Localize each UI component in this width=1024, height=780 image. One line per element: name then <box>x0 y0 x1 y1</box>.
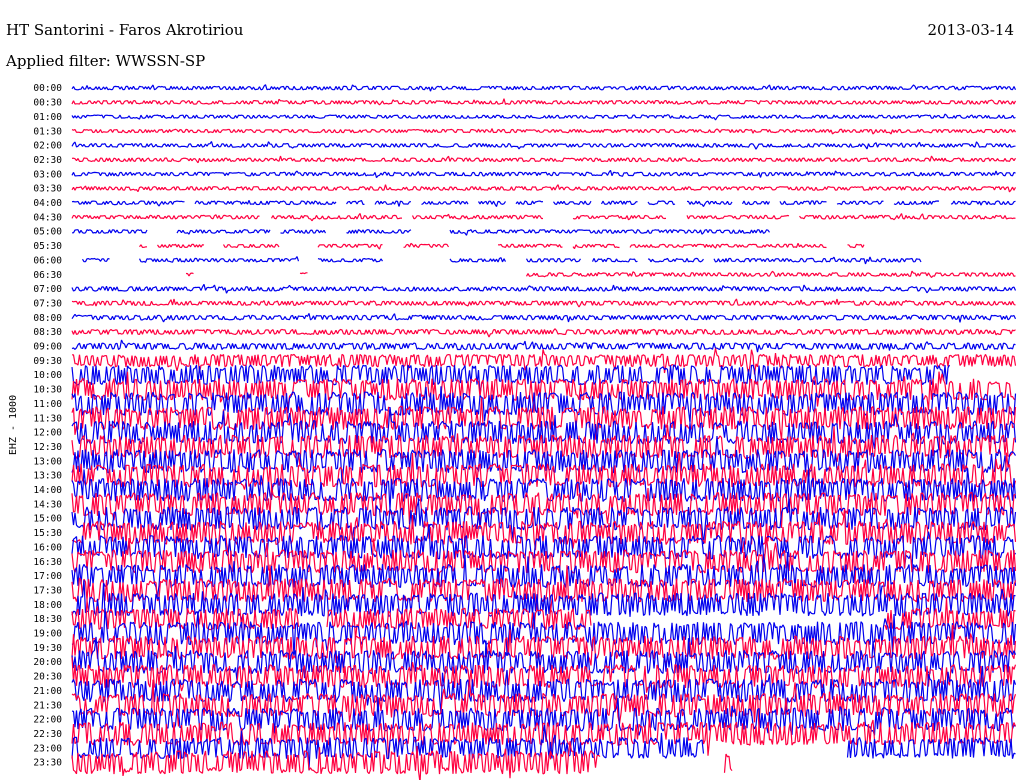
time-tick-label: 00:30 <box>33 98 62 109</box>
helicorder-plot: 00:00 00:30 01:00 01:30 02:00 02:30 03:00 03:30… <box>8 83 1017 780</box>
trace-0130 <box>71 128 1016 135</box>
time-tick-label: 02:30 <box>33 155 62 166</box>
time-tick-label: 07:30 <box>33 298 62 309</box>
time-axis: 00:00 00:30 01:00 01:30 02:00 02:30 03:00 03:30… <box>33 83 62 768</box>
time-tick-label: 09:30 <box>33 356 62 367</box>
trace-0600 <box>81 256 922 265</box>
time-tick-label: 21:00 <box>33 686 62 697</box>
trace-0100 <box>71 113 1016 121</box>
trace-0000 <box>71 84 1017 92</box>
time-tick-label: 20:30 <box>33 672 62 683</box>
time-tick-label: 17:00 <box>33 571 62 582</box>
trace-0430 <box>71 213 1016 222</box>
time-tick-label: 12:00 <box>33 428 62 439</box>
time-tick-label: 19:00 <box>33 629 62 640</box>
trace-0700 <box>71 284 1017 294</box>
time-tick-label: 14:30 <box>33 499 62 510</box>
trace-0200 <box>71 141 1016 150</box>
time-tick-label: 12:30 <box>33 442 62 453</box>
time-tick-label: 19:30 <box>33 643 62 654</box>
time-tick-label: 15:30 <box>33 528 62 539</box>
time-tick-label: 08:30 <box>33 327 62 338</box>
time-tick-label: 06:00 <box>33 255 62 266</box>
time-tick-label: 13:00 <box>33 456 62 467</box>
time-tick-label: 06:30 <box>33 270 62 281</box>
time-tick-label: 10:00 <box>33 370 62 381</box>
time-tick-label: 11:30 <box>33 413 62 424</box>
time-tick-label: 18:30 <box>33 614 62 625</box>
time-tick-label: 07:00 <box>33 284 62 295</box>
time-tick-label: 16:00 <box>33 542 62 553</box>
trace-0400 <box>71 199 1016 207</box>
time-tick-label: 18:00 <box>33 600 62 611</box>
trace-0530 <box>139 242 865 250</box>
time-tick-label: 14:00 <box>33 485 62 496</box>
time-tick-label: 22:00 <box>33 715 62 726</box>
trace-0800 <box>71 313 1017 323</box>
time-tick-label: 05:00 <box>33 227 62 238</box>
trace-0030 <box>71 98 1017 106</box>
time-tick-label: 11:00 <box>33 399 62 410</box>
trace-layer <box>71 84 1017 780</box>
time-tick-label: 23:00 <box>33 743 62 754</box>
time-tick-label: 08:00 <box>33 313 62 324</box>
trace-0830 <box>71 328 1016 338</box>
time-tick-label: 17:30 <box>33 585 62 596</box>
channel-label: EHZ - 1000 <box>8 395 19 455</box>
time-tick-label: 13:30 <box>33 471 62 482</box>
time-tick-label: 21:30 <box>33 700 62 711</box>
time-tick-label: 01:00 <box>33 112 62 123</box>
time-tick-label: 03:00 <box>33 169 62 180</box>
time-tick-label: 00:00 <box>33 83 62 94</box>
time-tick-label: 05:30 <box>33 241 62 252</box>
trace-0500 <box>72 229 770 236</box>
time-tick-label: 15:00 <box>33 514 62 525</box>
time-tick-label: 04:30 <box>33 212 62 223</box>
time-tick-label: 04:00 <box>33 198 62 209</box>
trace-0730 <box>71 298 1016 308</box>
time-tick-label: 16:30 <box>33 557 62 568</box>
time-tick-label: 22:30 <box>33 729 62 740</box>
time-tick-label: 20:00 <box>33 657 62 668</box>
time-tick-label: 03:30 <box>33 184 62 195</box>
time-tick-label: 02:00 <box>33 141 62 152</box>
trace-0330 <box>71 184 1017 193</box>
time-tick-label: 01:30 <box>33 126 62 137</box>
time-tick-label: 23:30 <box>33 758 62 769</box>
time-tick-label: 10:30 <box>33 385 62 396</box>
trace-0300 <box>71 169 1016 178</box>
time-tick-label: 09:00 <box>33 342 62 353</box>
trace-0230 <box>71 155 1017 164</box>
trace-0630 <box>185 270 1016 278</box>
